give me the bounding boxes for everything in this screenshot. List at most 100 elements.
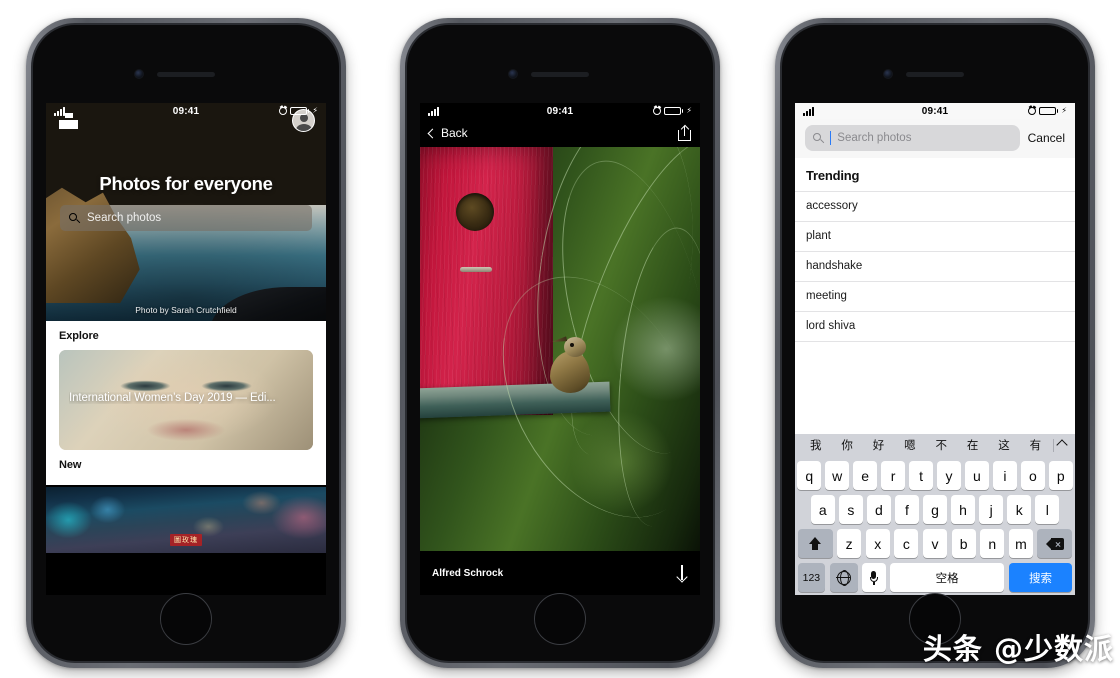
- key-f[interactable]: f: [895, 495, 919, 524]
- key-n[interactable]: n: [980, 529, 1005, 558]
- phone-2-body: 09:41 ⚡ Back Alfred Schrock: [405, 23, 715, 663]
- candidate-word[interactable]: 嗯: [894, 437, 925, 453]
- candidate-word[interactable]: 在: [957, 437, 988, 453]
- key-x[interactable]: x: [865, 529, 890, 558]
- key-y[interactable]: y: [937, 461, 961, 490]
- key-c[interactable]: c: [894, 529, 919, 558]
- candidate-word[interactable]: 有: [1020, 437, 1051, 453]
- mute-switch[interactable]: [780, 143, 782, 165]
- dictation-key[interactable]: [862, 563, 886, 592]
- detail-photo[interactable]: [420, 147, 700, 551]
- key-l[interactable]: l: [1035, 495, 1060, 524]
- search-view: 09:41 ⚡ Search photos Cancel Trending ac…: [795, 103, 1075, 595]
- home-button-2[interactable]: [534, 593, 586, 645]
- key-m[interactable]: m: [1008, 529, 1033, 558]
- volume-up-button[interactable]: [31, 183, 33, 223]
- candidate-word[interactable]: 不: [926, 437, 957, 453]
- key-t[interactable]: t: [909, 461, 933, 490]
- key-d[interactable]: d: [867, 495, 891, 524]
- mute-switch[interactable]: [31, 143, 33, 165]
- explore-card[interactable]: International Women’s Day 2019 — Edi...: [59, 350, 313, 450]
- numeric-key[interactable]: 123: [797, 563, 826, 592]
- shift-icon: [809, 537, 822, 550]
- globe-icon: [836, 570, 851, 587]
- candidate-word[interactable]: 这: [988, 437, 1019, 453]
- key-e[interactable]: e: [853, 461, 877, 490]
- phone-3-screen: 09:41 ⚡ Search photos Cancel Trending ac…: [795, 103, 1075, 595]
- trending-heading: Trending: [806, 168, 860, 183]
- microphone-icon: [869, 570, 878, 585]
- phone-3-body: 09:41 ⚡ Search photos Cancel Trending ac…: [780, 23, 1090, 663]
- search-input[interactable]: Search photos: [805, 125, 1020, 151]
- home-button-1[interactable]: [160, 593, 212, 645]
- key-a[interactable]: a: [810, 495, 835, 524]
- volume-down-button[interactable]: [780, 233, 782, 273]
- key-o[interactable]: o: [1021, 461, 1045, 490]
- key-h[interactable]: h: [951, 495, 975, 524]
- list-item[interactable]: accessory: [795, 191, 1075, 221]
- front-camera: [134, 69, 144, 79]
- back-label: Back: [441, 126, 468, 140]
- search-key[interactable]: 搜索: [1008, 563, 1073, 592]
- power-button[interactable]: [339, 195, 341, 253]
- section-heading-explore: Explore: [59, 330, 99, 342]
- screenshot-stage: 09:41 ⚡ Photos for everyone Search photo…: [0, 0, 1120, 678]
- phone-1-body: 09:41 ⚡ Photos for everyone Search photo…: [31, 23, 341, 663]
- search-placeholder: Search photos: [87, 212, 162, 224]
- key-z[interactable]: z: [837, 529, 862, 558]
- detail-nav-bar: Back: [420, 119, 700, 147]
- volume-down-button[interactable]: [31, 233, 33, 273]
- home-content-sheet: Explore International Women’s Day 2019 —…: [46, 321, 326, 485]
- key-j[interactable]: j: [979, 495, 1003, 524]
- power-button[interactable]: [1088, 195, 1090, 253]
- list-item[interactable]: plant: [795, 221, 1075, 251]
- photo-credit: Photo by Sarah Crutchfield: [135, 305, 237, 315]
- key-g[interactable]: g: [923, 495, 947, 524]
- search-icon: [69, 212, 80, 224]
- trending-list: Trending accessory plant handshake meeti…: [795, 158, 1075, 434]
- volume-up-button[interactable]: [405, 183, 407, 223]
- key-p[interactable]: p: [1049, 461, 1073, 490]
- key-s[interactable]: s: [839, 495, 863, 524]
- list-item[interactable]: handshake: [795, 251, 1075, 281]
- chevron-up-icon[interactable]: [1056, 439, 1068, 451]
- earpiece-speaker: [157, 72, 215, 77]
- volume-up-button[interactable]: [780, 183, 782, 223]
- key-w[interactable]: w: [825, 461, 849, 490]
- search-input[interactable]: Search photos: [60, 205, 312, 231]
- detail-footer: Alfred Schrock: [420, 551, 700, 595]
- list-item[interactable]: meeting: [795, 281, 1075, 311]
- share-icon[interactable]: [678, 124, 691, 141]
- boat-bow: [210, 287, 326, 321]
- neon-sign-text: 圖玫瑰: [170, 534, 202, 546]
- candidate-word[interactable]: 好: [863, 437, 894, 453]
- space-key[interactable]: 空格: [890, 563, 1005, 592]
- section-heading-new: New: [59, 459, 82, 471]
- delete-icon: [1045, 537, 1064, 550]
- status-bar-1: 09:41 ⚡: [46, 103, 326, 119]
- key-q[interactable]: q: [797, 461, 821, 490]
- back-button[interactable]: Back: [427, 126, 468, 140]
- new-photo-strip[interactable]: 圖玫瑰: [46, 487, 326, 553]
- delete-key[interactable]: [1037, 529, 1073, 558]
- candidate-word[interactable]: 你: [831, 437, 862, 453]
- key-r[interactable]: r: [881, 461, 905, 490]
- key-b[interactable]: b: [951, 529, 976, 558]
- key-i[interactable]: i: [993, 461, 1017, 490]
- candidate-bar: 我 你 好 嗯 不 在 这 有: [795, 434, 1075, 456]
- candidate-word[interactable]: 我: [800, 437, 831, 453]
- list-item[interactable]: lord shiva: [795, 311, 1075, 341]
- candidate-divider: [1053, 438, 1054, 452]
- shift-key[interactable]: [797, 529, 833, 558]
- volume-down-button[interactable]: [405, 233, 407, 273]
- globe-key[interactable]: [829, 563, 858, 592]
- key-k[interactable]: k: [1007, 495, 1031, 524]
- download-arrow-icon[interactable]: [676, 564, 688, 583]
- power-button[interactable]: [713, 195, 715, 253]
- key-v[interactable]: v: [922, 529, 948, 558]
- keyboard-row-3: z x c v b n m: [795, 529, 1075, 558]
- photo-author: Alfred Schrock: [432, 567, 504, 579]
- mute-switch[interactable]: [405, 143, 407, 165]
- cancel-button[interactable]: Cancel: [1028, 131, 1065, 145]
- key-u[interactable]: u: [965, 461, 989, 490]
